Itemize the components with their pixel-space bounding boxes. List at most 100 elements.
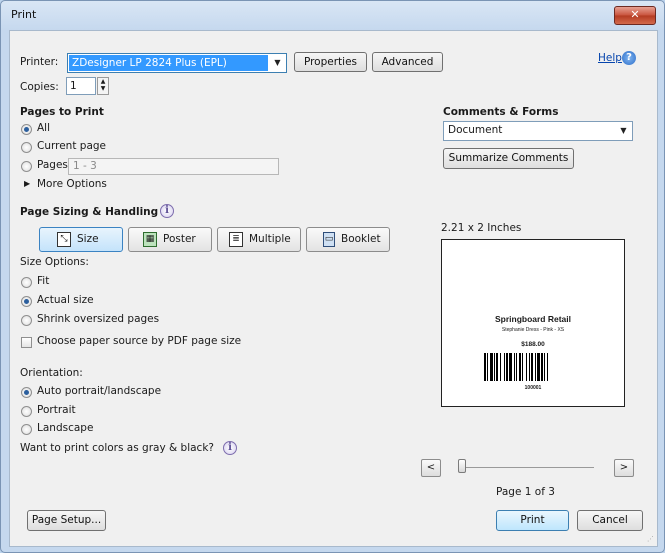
radio-fit[interactable]	[21, 277, 32, 288]
comments-forms-select[interactable]: Document ▼	[443, 121, 633, 141]
barcode-bar	[544, 353, 545, 381]
radio-all-label: All	[37, 122, 51, 134]
barcode-bar	[529, 353, 530, 381]
barcode-bar	[496, 353, 498, 381]
print-button[interactable]: Print	[496, 510, 569, 531]
poster-icon: ▦	[143, 232, 157, 247]
booklet-button-label: Booklet	[341, 233, 381, 245]
comments-forms-selected-value: Document	[448, 124, 503, 136]
summarize-comments-button[interactable]: Summarize Comments	[443, 148, 574, 169]
radio-landscape-label: Landscape	[37, 422, 94, 434]
paper-source-checkbox[interactable]	[21, 337, 32, 348]
barcode-bar	[541, 353, 543, 381]
copies-input[interactable]: 1	[66, 77, 96, 95]
size-button[interactable]: ⤡ Size	[39, 227, 123, 252]
booklet-icon: ▭	[323, 232, 335, 247]
barcode-bar	[494, 353, 495, 381]
barcode-bar	[526, 353, 527, 381]
label-company: Springboard Retail	[494, 314, 572, 324]
radio-current-page[interactable]	[21, 142, 32, 153]
radio-current-page-label: Current page	[37, 140, 106, 152]
multiple-button-label: Multiple	[249, 233, 291, 245]
page-setup-button[interactable]: Page Setup...	[27, 510, 106, 531]
size-options-label: Size Options:	[20, 256, 89, 268]
barcode-bar	[500, 353, 501, 381]
print-preview: Springboard Retail Stephanie Dress - Pin…	[441, 239, 625, 407]
chevron-down-icon: ▼	[620, 126, 627, 135]
radio-auto-orientation[interactable]	[21, 387, 32, 398]
radio-portrait-label: Portrait	[37, 404, 76, 416]
barcode-bar	[504, 353, 505, 381]
page-indicator: Page 1 of 3	[496, 486, 555, 498]
orientation-label: Orientation:	[20, 367, 83, 379]
radio-auto-orientation-label: Auto portrait/landscape	[37, 385, 162, 397]
dialog-body: Printer: ZDesigner LP 2824 Plus (EPL) ▼ …	[9, 30, 658, 547]
poster-button-label: Poster	[163, 233, 196, 245]
advanced-button[interactable]: Advanced	[372, 52, 443, 72]
close-button[interactable]: ✕	[614, 6, 656, 25]
barcode-bar	[522, 353, 523, 381]
label-product: Stephanie Dress - Pink - XS	[501, 327, 565, 333]
radio-actual-size[interactable]	[21, 296, 32, 307]
barcode-bar	[514, 353, 515, 381]
radio-shrink-oversized-label: Shrink oversized pages	[37, 313, 160, 325]
comments-forms-heading: Comments & Forms	[443, 106, 559, 118]
pages-range-input[interactable]: 1 - 3	[68, 158, 279, 175]
label-barcode-number: 100001	[524, 385, 542, 391]
window-title: Print	[11, 8, 37, 21]
title-bar[interactable]: Print ✕	[1, 1, 664, 29]
size-button-label: Size	[77, 233, 99, 245]
expand-triangle-icon[interactable]: ▶	[24, 179, 30, 188]
chevron-down-icon: ▼	[274, 58, 281, 67]
copies-label: Copies:	[20, 81, 59, 93]
barcode-bar	[506, 353, 508, 381]
more-options-toggle[interactable]: More Options	[37, 178, 107, 190]
close-icon: ✕	[630, 8, 640, 21]
page-sizing-heading: Page Sizing & Handling	[20, 206, 159, 218]
barcode-bar	[537, 353, 540, 381]
paper-source-label: Choose paper source by PDF page size	[37, 335, 242, 347]
multiple-icon: ≣	[229, 232, 243, 247]
copies-stepper[interactable]: ▲ ▼	[97, 77, 109, 95]
radio-all[interactable]	[21, 124, 32, 135]
info-icon-grayscale[interactable]: i	[223, 441, 237, 455]
label-price: $188.00	[521, 341, 545, 348]
multiple-button[interactable]: ≣ Multiple	[217, 227, 301, 252]
resize-grip-icon[interactable]: ⋰	[647, 536, 654, 543]
barcode-bar	[487, 353, 488, 381]
page-slider-thumb[interactable]	[458, 459, 466, 473]
printer-selected-value: ZDesigner LP 2824 Plus (EPL)	[69, 55, 268, 71]
info-icon[interactable]: i	[160, 204, 174, 218]
previous-page-button[interactable]: <	[421, 459, 441, 477]
booklet-button[interactable]: ▭ Booklet	[306, 227, 390, 252]
barcode-bar	[484, 353, 486, 381]
poster-button[interactable]: ▦ Poster	[128, 227, 212, 252]
size-icon: ⤡	[57, 232, 71, 247]
barcode-bar	[516, 353, 517, 381]
radio-landscape[interactable]	[21, 424, 32, 435]
barcode	[484, 353, 579, 381]
next-page-button[interactable]: >	[614, 459, 634, 477]
properties-button[interactable]: Properties	[294, 52, 367, 72]
radio-fit-label: Fit	[37, 275, 50, 287]
radio-pages-label: Pages	[37, 159, 68, 171]
help-link[interactable]: Help	[598, 52, 622, 64]
grayscale-question: Want to print colors as gray & black?	[20, 442, 214, 454]
page-slider-track[interactable]	[462, 467, 594, 468]
radio-portrait[interactable]	[21, 406, 32, 417]
barcode-bar	[547, 353, 548, 381]
radio-actual-size-label: Actual size	[37, 294, 94, 306]
preview-size-text: 2.21 x 2 Inches	[441, 222, 522, 234]
help-icon[interactable]: ?	[622, 51, 636, 65]
cancel-button[interactable]: Cancel	[577, 510, 643, 531]
barcode-bar	[519, 353, 521, 381]
barcode-bar	[509, 353, 512, 381]
radio-shrink-oversized[interactable]	[21, 315, 32, 326]
radio-pages[interactable]	[21, 161, 32, 172]
printer-select[interactable]: ZDesigner LP 2824 Plus (EPL) ▼	[67, 53, 287, 73]
barcode-bar	[490, 353, 493, 381]
barcode-bar	[535, 353, 536, 381]
barcode-bar	[531, 353, 533, 381]
pages-to-print-heading: Pages to Print	[20, 106, 104, 118]
printer-label: Printer:	[20, 56, 59, 68]
